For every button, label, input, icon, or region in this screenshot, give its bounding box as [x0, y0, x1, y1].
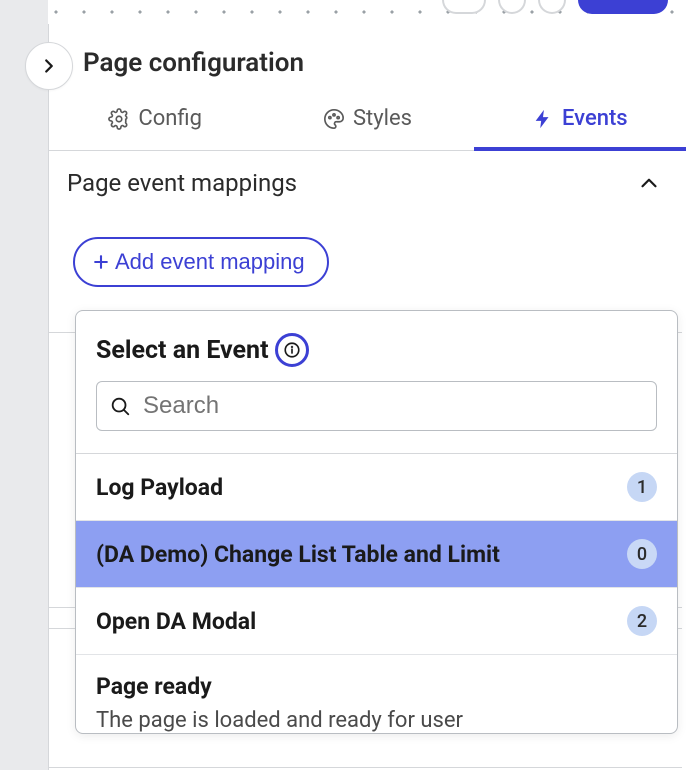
left-gutter	[0, 0, 48, 770]
count-badge: 1	[627, 472, 657, 502]
toolbar-primary-button	[578, 0, 668, 14]
tab-styles[interactable]: Styles	[261, 92, 473, 151]
section-title: Page event mappings	[67, 169, 297, 197]
search-input-wrapper[interactable]	[96, 381, 657, 431]
chevron-right-icon	[38, 55, 60, 77]
button-label: Add event mapping	[115, 249, 305, 275]
toolbar-ghost-button	[498, 0, 526, 14]
tab-config[interactable]: Config	[49, 92, 261, 151]
lightning-icon	[532, 108, 554, 130]
event-description: The page is loaded and ready for user	[96, 708, 657, 733]
tab-label: Styles	[353, 106, 412, 131]
select-event-popup: Select an Event Log Payload 1 (DA Demo) …	[75, 310, 678, 734]
event-option[interactable]: (DA Demo) Change List Table and Limit 0	[76, 520, 677, 587]
tab-label: Config	[138, 106, 202, 131]
plus-icon	[91, 252, 111, 272]
event-label: Open DA Modal	[96, 608, 256, 635]
search-input[interactable]	[141, 391, 644, 421]
gear-icon	[108, 108, 130, 130]
search-icon	[109, 395, 131, 417]
event-option[interactable]: Log Payload 1	[76, 454, 677, 520]
event-label: Page ready	[96, 673, 657, 700]
popup-title: Select an Event	[96, 336, 269, 365]
chevron-up-icon	[636, 170, 662, 196]
palette-icon	[323, 108, 345, 130]
toolbar-fragment	[442, 0, 686, 24]
event-option-page-ready[interactable]: Page ready The page is loaded and ready …	[76, 654, 677, 733]
event-label: Log Payload	[96, 474, 223, 501]
tab-label: Events	[562, 106, 628, 131]
count-badge: 2	[627, 606, 657, 636]
section-header[interactable]: Page event mappings	[49, 151, 686, 211]
tab-events[interactable]: Events	[474, 92, 686, 151]
add-event-mapping-button[interactable]: Add event mapping	[73, 237, 329, 287]
toolbar-ghost-button	[538, 0, 566, 14]
event-label: (DA Demo) Change List Table and Limit	[96, 541, 500, 568]
tabs: Config Styles Events	[49, 92, 686, 151]
collapse-panel-button[interactable]	[25, 42, 73, 90]
info-icon	[283, 341, 301, 359]
count-badge: 0	[627, 539, 657, 569]
info-button[interactable]	[275, 333, 309, 367]
config-panel: Page configuration Config Styles Events …	[48, 24, 686, 770]
toolbar-ghost-button	[442, 0, 486, 14]
panel-title: Page configuration	[83, 48, 304, 78]
event-list: Log Payload 1 (DA Demo) Change List Tabl…	[76, 454, 677, 733]
panel-header: Page configuration	[49, 24, 686, 92]
event-option[interactable]: Open DA Modal 2	[76, 587, 677, 654]
